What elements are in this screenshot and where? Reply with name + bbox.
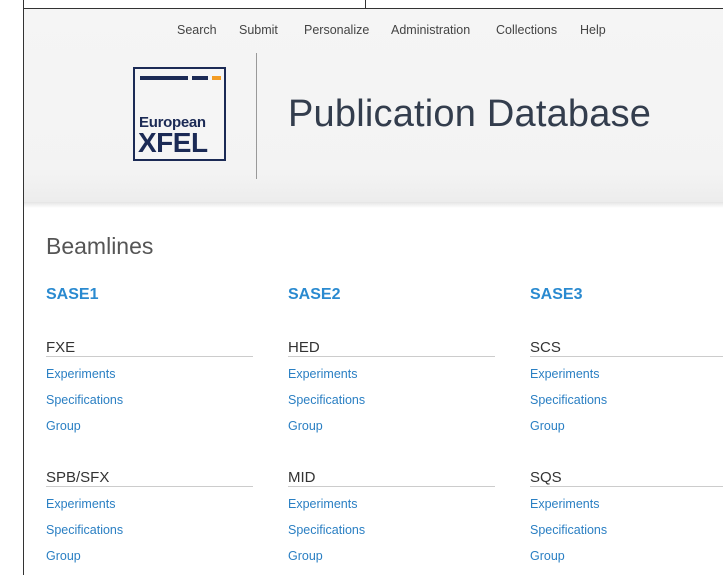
header-divider (256, 53, 257, 179)
instrument-hed: HED (288, 339, 320, 356)
logo-bar-1 (140, 76, 188, 80)
link-sqs-experiments[interactable]: Experiments (530, 497, 599, 511)
instrument-mid: MID (288, 469, 316, 486)
link-sqs-group[interactable]: Group (530, 549, 565, 563)
nav-help[interactable]: Help (580, 23, 606, 37)
column-title-sase3[interactable]: SASE3 (530, 286, 582, 304)
page: Search Submit Personalize Administration… (0, 0, 723, 575)
instrument-divider (46, 356, 253, 357)
link-hed-experiments[interactable]: Experiments (288, 367, 357, 381)
link-mid-experiments[interactable]: Experiments (288, 497, 357, 511)
link-spb-sfx-group[interactable]: Group (46, 549, 81, 563)
link-spb-sfx-specifications[interactable]: Specifications (46, 523, 123, 537)
column-title-sase2[interactable]: SASE2 (288, 286, 340, 304)
instrument-divider (530, 486, 723, 487)
link-mid-specifications[interactable]: Specifications (288, 523, 365, 537)
instrument-spb-sfx: SPB/SFX (46, 469, 110, 486)
link-spb-sfx-experiments[interactable]: Experiments (46, 497, 115, 511)
logo-bar-2 (192, 76, 208, 80)
instrument-fxe: FXE (46, 339, 76, 356)
link-hed-specifications[interactable]: Specifications (288, 393, 365, 407)
nav-personalize[interactable]: Personalize (304, 23, 369, 37)
link-fxe-group[interactable]: Group (46, 419, 81, 433)
link-fxe-specifications[interactable]: Specifications (46, 393, 123, 407)
nav-search[interactable]: Search (177, 23, 217, 37)
site-title: Publication Database (288, 93, 652, 135)
link-hed-group[interactable]: Group (288, 419, 323, 433)
link-scs-specifications[interactable]: Specifications (530, 393, 607, 407)
instrument-divider (288, 486, 495, 487)
instrument-sqs: SQS (530, 469, 562, 486)
logo-bar-orange (212, 76, 221, 80)
nav-submit[interactable]: Submit (239, 23, 278, 37)
link-scs-experiments[interactable]: Experiments (530, 367, 599, 381)
logo-text-xfel: XFEL (138, 127, 208, 158)
link-mid-group[interactable]: Group (288, 549, 323, 563)
link-sqs-specifications[interactable]: Specifications (530, 523, 607, 537)
header-shadow (24, 202, 723, 208)
nav-collections[interactable]: Collections (496, 23, 557, 37)
instrument-divider (530, 356, 723, 357)
link-fxe-experiments[interactable]: Experiments (46, 367, 115, 381)
instrument-divider (46, 486, 253, 487)
link-scs-group[interactable]: Group (530, 419, 565, 433)
instrument-divider (288, 356, 495, 357)
top-edge-mark (365, 0, 366, 8)
column-title-sase1[interactable]: SASE1 (46, 286, 98, 304)
instrument-scs: SCS (530, 339, 561, 356)
section-title: Beamlines (46, 233, 154, 259)
nav-administration[interactable]: Administration (391, 23, 470, 37)
european-xfel-logo[interactable]: European XFEL (133, 67, 226, 161)
